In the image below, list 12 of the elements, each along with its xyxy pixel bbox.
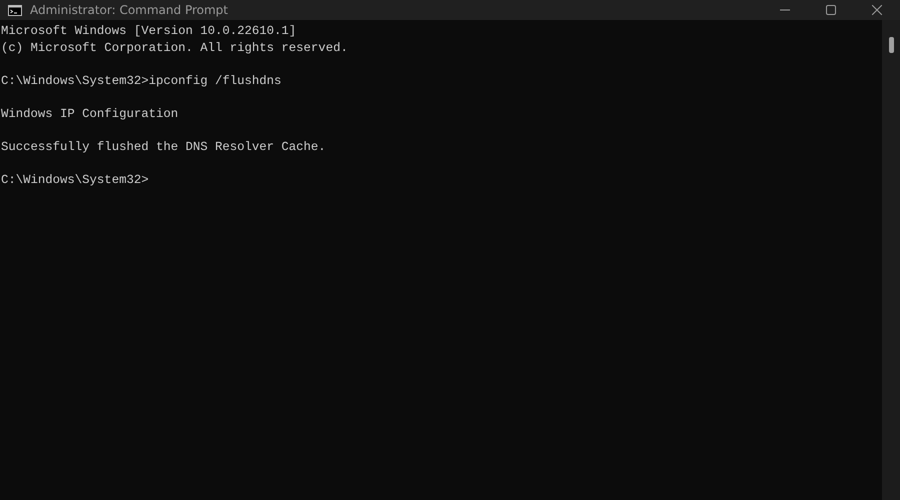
console-line: C:\Windows\System32> — [1, 172, 149, 188]
console-line: C:\Windows\System32>ipconfig /flushdns — [1, 72, 282, 89]
scrollbar[interactable] — [882, 20, 900, 500]
console-line: Successfully flushed the DNS Resolver Cache. — [1, 138, 326, 155]
window-title: Administrator: Command Prompt — [30, 2, 228, 19]
close-icon[interactable] — [872, 5, 882, 15]
console-line: Windows IP Configuration — [1, 106, 178, 122]
scroll-thumb[interactable] — [888, 37, 894, 53]
command-prompt-icon — [8, 4, 22, 16]
console-line: Microsoft Windows [Version 10.0.22610.1] — [1, 23, 296, 40]
console-line: (c) Microsoft Corporation. All rights reserved. — [1, 40, 348, 56]
maximize-icon[interactable] — [826, 5, 836, 15]
